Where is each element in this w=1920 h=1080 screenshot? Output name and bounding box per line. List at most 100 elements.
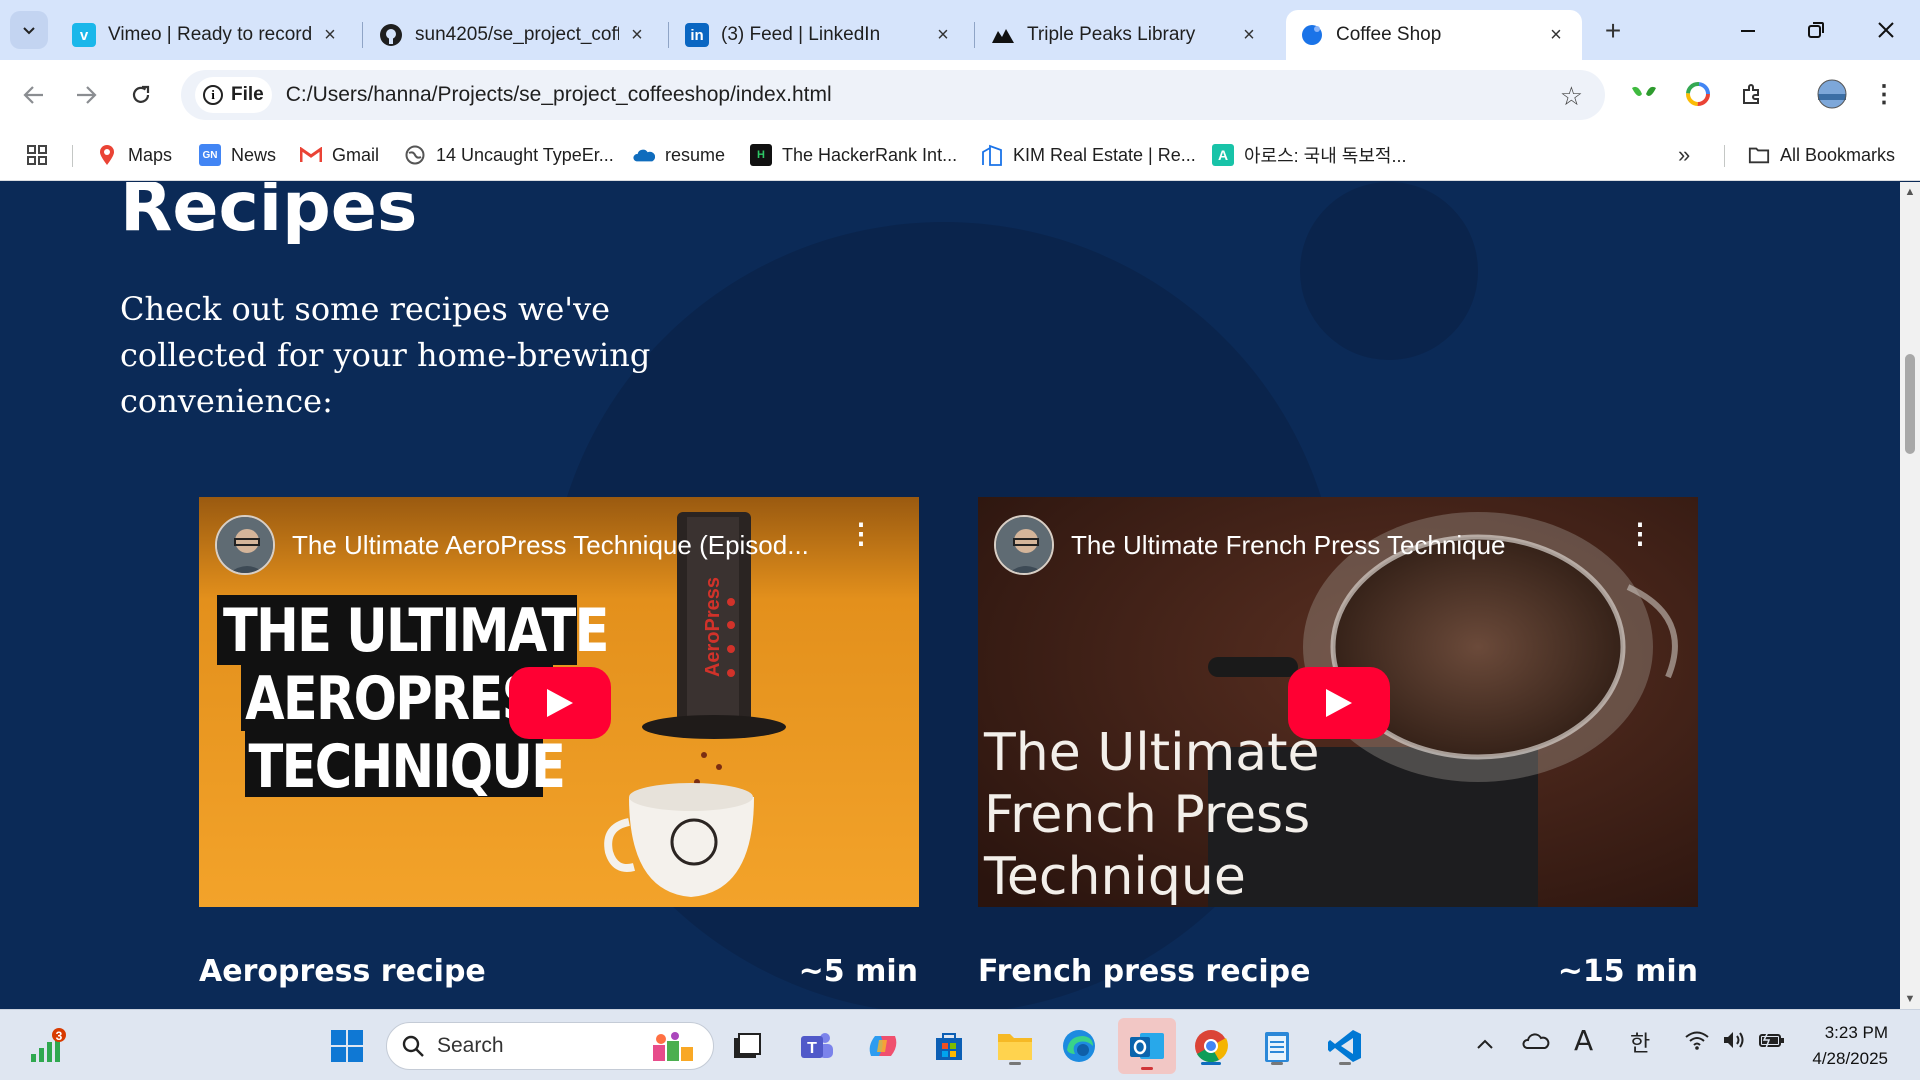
- browser-toolbar: i File C:/Users/hanna/Projects/se_projec…: [0, 60, 1920, 129]
- copilot-button[interactable]: [860, 1023, 906, 1069]
- bookmark-kim-real-estate[interactable]: KIM Real Estate | Re...: [981, 139, 1196, 171]
- running-indicator: [1339, 1062, 1351, 1065]
- tray-overflow-icon[interactable]: [1476, 1030, 1494, 1056]
- bookmark-typeerror[interactable]: 14 Uncaught TypeEr...: [404, 139, 614, 171]
- video-title[interactable]: The Ultimate French Press Technique: [1071, 530, 1506, 561]
- bookmark-gmail[interactable]: Gmail: [300, 139, 379, 171]
- video-menu-icon[interactable]: ⋮: [847, 520, 875, 548]
- close-icon[interactable]: ×: [931, 23, 955, 47]
- extension-leaf-icon[interactable]: [1626, 76, 1662, 112]
- tab-separator: [362, 22, 363, 48]
- forward-button[interactable]: [66, 75, 106, 115]
- file-explorer-button[interactable]: [992, 1023, 1038, 1069]
- widgets-button[interactable]: 3: [24, 1023, 70, 1069]
- font-tray-icon[interactable]: A: [1574, 1024, 1593, 1057]
- scroll-up-icon[interactable]: ▲: [1904, 186, 1916, 198]
- profile-avatar[interactable]: [1814, 76, 1850, 112]
- search-icon: [402, 1035, 424, 1057]
- address-bar[interactable]: i File C:/Users/hanna/Projects/se_projec…: [181, 70, 1605, 120]
- bookmark-divider: [72, 145, 73, 167]
- microsoft-store-button[interactable]: [926, 1023, 972, 1069]
- video-embed-french-press[interactable]: The Ultimate French Press Technique The …: [978, 497, 1698, 907]
- back-button[interactable]: [14, 75, 54, 115]
- wifi-icon[interactable]: [1684, 1030, 1710, 1056]
- extensions-puzzle-icon[interactable]: [1734, 76, 1770, 112]
- bookmark-aros[interactable]: A 아로스: 국내 독보적...: [1212, 139, 1407, 171]
- scroll-down-icon[interactable]: ▼: [1904, 993, 1916, 1005]
- thumbnail-caption-line: The Ultimate: [984, 723, 1320, 783]
- tab-coffee-shop[interactable]: Coffee Shop ×: [1286, 10, 1582, 60]
- tab-search-button[interactable]: [10, 11, 48, 49]
- globe-icon: [404, 144, 426, 166]
- play-button[interactable]: [509, 667, 611, 739]
- teams-icon: T: [801, 1033, 833, 1058]
- reload-button[interactable]: [121, 75, 161, 115]
- task-view-button[interactable]: [724, 1023, 770, 1069]
- thumbnail-caption-line: French Press: [984, 785, 1311, 845]
- video-embed-aeropress[interactable]: AeroPress THE ULTIMATE AEROPRESS TECHNIQ…: [199, 497, 919, 907]
- taskbar-search[interactable]: Search: [386, 1022, 714, 1070]
- store-icon: [936, 1033, 962, 1060]
- apps-grid-icon: [27, 145, 47, 165]
- close-icon[interactable]: ×: [625, 23, 649, 47]
- bookmark-star-icon[interactable]: ☆: [1560, 81, 1583, 112]
- maps-icon: [96, 144, 118, 166]
- outlook-button[interactable]: [1118, 1018, 1176, 1074]
- notepad-icon: [1265, 1032, 1289, 1062]
- channel-avatar[interactable]: [215, 515, 275, 575]
- ime-indicator[interactable]: 한: [1630, 1026, 1650, 1058]
- minimize-button[interactable]: [1718, 10, 1778, 50]
- page-scrollbar[interactable]: ▲ ▼: [1900, 182, 1920, 1009]
- tab-github[interactable]: sun4205/se_project_coffe ×: [365, 10, 663, 60]
- close-icon: [1878, 22, 1894, 38]
- channel-avatar[interactable]: [994, 515, 1054, 575]
- scrollbar-thumb[interactable]: [1905, 354, 1915, 454]
- edge-button[interactable]: [1056, 1023, 1102, 1069]
- new-tab-button[interactable]: +: [1596, 14, 1630, 48]
- running-indicator: [1141, 1067, 1153, 1070]
- chrome-button[interactable]: [1188, 1023, 1234, 1069]
- close-window-button[interactable]: [1856, 10, 1916, 50]
- tab-vimeo[interactable]: v Vimeo | Ready to record ×: [58, 10, 356, 60]
- linkedin-icon: in: [685, 23, 709, 47]
- all-bookmarks-button[interactable]: All Bookmarks: [1748, 139, 1895, 171]
- close-icon[interactable]: ×: [1544, 23, 1568, 47]
- system-clock[interactable]: 3:23 PM 4/28/2025: [1812, 1020, 1888, 1072]
- play-button[interactable]: [1288, 667, 1390, 739]
- video-title[interactable]: The Ultimate AeroPress Technique (Episod…: [292, 530, 809, 561]
- teams-button[interactable]: T: [794, 1023, 840, 1069]
- google-lens-icon[interactable]: [1680, 76, 1716, 112]
- start-button[interactable]: [324, 1023, 370, 1069]
- mountain-icon: [991, 23, 1015, 47]
- battery-icon[interactable]: [1758, 1030, 1786, 1056]
- vscode-button[interactable]: [1322, 1023, 1368, 1069]
- tab-linkedin[interactable]: in (3) Feed | LinkedIn ×: [671, 10, 969, 60]
- close-icon[interactable]: ×: [318, 23, 342, 47]
- notepad-button[interactable]: [1254, 1023, 1300, 1069]
- video-menu-icon[interactable]: ⋮: [1626, 520, 1654, 548]
- site-info-chip[interactable]: i File: [195, 77, 272, 113]
- chrome-icon: [1195, 1030, 1228, 1063]
- bookmarks-overflow-button[interactable]: »: [1678, 139, 1690, 171]
- bookmark-label: Gmail: [332, 144, 380, 165]
- bookmark-resume[interactable]: resume: [633, 139, 725, 171]
- bookmark-news[interactable]: GN News: [199, 139, 276, 171]
- a-icon: A: [1212, 144, 1234, 166]
- page-viewport: Recipes Check out some recipes we've col…: [0, 182, 1900, 1009]
- tab-triple-peaks[interactable]: Triple Peaks Library ×: [977, 10, 1275, 60]
- search-highlight-icon: [653, 1032, 693, 1061]
- reload-icon: [132, 85, 150, 103]
- apps-grid-button[interactable]: [26, 139, 48, 171]
- news-icon: GN: [199, 144, 221, 166]
- vscode-icon: [1328, 1030, 1361, 1062]
- bookmark-hackerrank[interactable]: H The HackerRank Int...: [750, 139, 957, 171]
- tab-title: Vimeo | Ready to record: [108, 24, 312, 45]
- url-text[interactable]: C:/Users/hanna/Projects/se_project_coffe…: [286, 83, 832, 107]
- restore-button[interactable]: [1786, 10, 1846, 50]
- gmail-icon: [300, 144, 322, 166]
- volume-icon[interactable]: [1722, 1030, 1748, 1056]
- onedrive-icon[interactable]: [1522, 1030, 1550, 1056]
- menu-kebab-icon[interactable]: ⋮: [1866, 76, 1902, 112]
- close-icon[interactable]: ×: [1237, 23, 1261, 47]
- bookmark-maps[interactable]: Maps: [96, 139, 172, 171]
